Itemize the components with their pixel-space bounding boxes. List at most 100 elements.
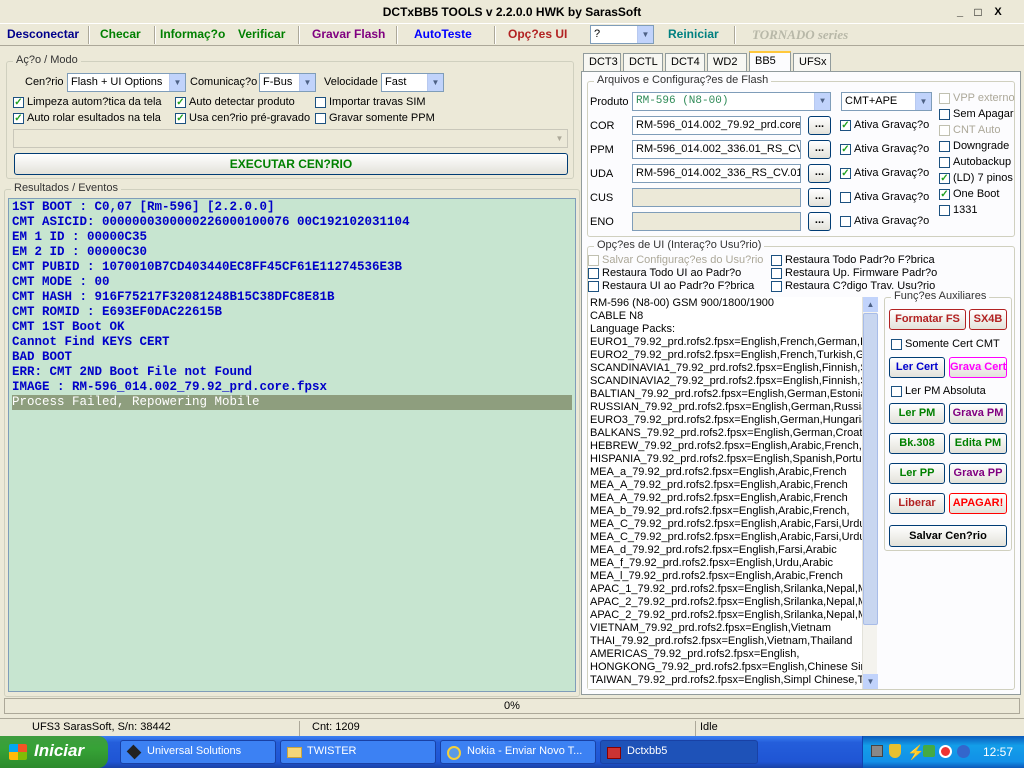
bk308-button[interactable]: Bk.308 (889, 433, 945, 454)
menu-combo[interactable]: ? ▼ (590, 25, 654, 44)
scroll-down-icon[interactable]: ▼ (863, 674, 878, 689)
menu-gravar-flash[interactable]: Gravar Flash (312, 27, 385, 41)
grava-pm-button[interactable]: Grava PM (949, 403, 1007, 424)
lightning-icon[interactable]: ⚡ (907, 744, 924, 761)
task-universal-solutions[interactable]: Universal Solutions (120, 740, 276, 764)
scroll-thumb[interactable] (863, 313, 878, 625)
salvar-cenario-button[interactable]: Salvar Cen?rio (889, 525, 1007, 547)
eno-label: ENO (590, 216, 614, 228)
task-dctxbb5[interactable]: Dctxbb5 (600, 740, 758, 764)
network-icon[interactable] (871, 745, 883, 757)
log-line: EM 1 ID : 00000C35 (12, 230, 148, 244)
tab-dctl[interactable]: DCTL (623, 53, 663, 71)
executar-cenario-button[interactable]: EXECUTAR CEN?RIO (14, 153, 568, 175)
language-pack-item: RUSSIAN_79.92_prd.rofs2.fpsx=English,Ger… (590, 401, 862, 413)
gravar-ppm-checkbox[interactable]: Gravar somente PPM (315, 112, 435, 124)
tab-dct3[interactable]: DCT3 (583, 53, 621, 71)
menu-separator (154, 26, 156, 44)
uda-browse-button[interactable]: ... (808, 164, 831, 183)
sem-apagar-checkbox[interactable]: Sem Apagar (939, 108, 1014, 120)
menu-informacao[interactable]: Informaç?o (160, 27, 225, 41)
language-pack-list[interactable]: RM-596 (N8-00) GSM 900/1800/1900 CABLE N8… (588, 297, 862, 689)
apagar-button[interactable]: APAGAR! (949, 493, 1007, 514)
1331-checkbox[interactable]: 1331 (939, 204, 977, 216)
one-boot-checkbox[interactable]: ✓ One Boot (939, 188, 999, 200)
tab-dct4[interactable]: DCT4 (665, 53, 705, 71)
ppm-ativa-checkbox[interactable]: ✓ Ativa Gravaç?o (840, 143, 929, 155)
log-line: CMT PUBID : 1070010B7CD403440EC8FF45CF61… (12, 260, 403, 274)
scroll-up-icon[interactable]: ▲ (863, 297, 878, 312)
menu-reiniciar[interactable]: Reiniciar (668, 27, 719, 41)
auto-detectar-checkbox[interactable]: ✓ Auto detectar produto (175, 96, 295, 108)
menu-desconectar[interactable]: Desconectar (7, 27, 79, 41)
usa-cenario-checkbox[interactable]: ✓ Usa cen?rio pré-gravado (175, 112, 310, 124)
cnt-auto-checkbox[interactable]: CNT Auto (939, 124, 1001, 136)
eno-browse-button[interactable]: ... (808, 212, 831, 231)
cenario-select[interactable]: Flash + UI Options ▼ (67, 73, 186, 92)
produto-select[interactable]: RM-596 (N8-00) ▼ (632, 92, 831, 111)
tray-app-icon[interactable] (923, 745, 935, 757)
eno-field[interactable] (632, 212, 801, 231)
restaura-firmware-checkbox[interactable]: Restaura Up. Firmware Padr?o (771, 267, 937, 279)
tray-app-icon[interactable] (957, 745, 970, 758)
cor-field[interactable]: RM-596_014.002_79.92_prd.core (632, 116, 801, 135)
autobackup-checkbox[interactable]: Autobackup (939, 156, 1011, 168)
cor-browse-button[interactable]: ... (808, 116, 831, 135)
importar-travas-checkbox[interactable]: Importar travas SIM (315, 96, 426, 108)
liberar-button[interactable]: Liberar (889, 493, 945, 514)
task-nokia-browser[interactable]: Nokia - Enviar Novo T... (440, 740, 596, 764)
ler-pm-button[interactable]: Ler PM (889, 403, 945, 424)
limpeza-checkbox[interactable]: ✓ Limpeza autom?tica da tela (13, 96, 162, 108)
salvar-config-checkbox[interactable]: Salvar Configuraç?es do Usu?rio (588, 254, 763, 266)
ppm-field[interactable]: RM-596_014.002_336.01_RS_CV (632, 140, 801, 159)
ler-pp-button[interactable]: Ler PP (889, 463, 945, 484)
sx4b-button[interactable]: SX4B (969, 309, 1007, 330)
list-scrollbar[interactable]: ▲ ▼ (862, 297, 878, 689)
menu-verificar[interactable]: Verificar (238, 27, 285, 41)
language-pack-item: APAC_2_79.92_prd.rofs2.fpsx=English,Sril… (590, 596, 862, 608)
cus-field[interactable] (632, 188, 801, 207)
cus-browse-button[interactable]: ... (808, 188, 831, 207)
tab-bb5[interactable]: BB5 (749, 51, 791, 72)
tab-wd2[interactable]: WD2 (707, 53, 747, 71)
cenario-file-select[interactable]: ▼ (13, 129, 568, 148)
antivirus-icon[interactable] (939, 745, 952, 758)
mode-select[interactable]: CMT+APE ▼ (841, 92, 932, 111)
restaura-ui-fabrica-checkbox[interactable]: Restaura UI ao Padr?o F?brica (588, 280, 754, 292)
vpp-externo-checkbox[interactable]: VPP externo (939, 92, 1015, 104)
start-button[interactable]: Iniciar (0, 736, 108, 768)
menu-checar[interactable]: Checar (100, 27, 141, 41)
chevron-down-icon: ▼ (814, 93, 830, 110)
edita-pm-button[interactable]: Edita PM (949, 433, 1007, 454)
ler-pm-absoluta-checkbox[interactable]: Ler PM Absoluta (891, 385, 986, 397)
cor-ativa-checkbox[interactable]: ✓ Ativa Gravaç?o (840, 119, 929, 131)
checkmark-icon: ✓ (840, 143, 851, 155)
menu-opcoes-ui[interactable]: Opç?es UI (508, 27, 567, 41)
comunicacao-select[interactable]: F-Bus ▼ (259, 73, 316, 92)
ppm-browse-button[interactable]: ... (808, 140, 831, 159)
results-log[interactable]: 1ST BOOT : C0,07 [Rm-596] [2.2.0.0] CMT … (8, 198, 576, 692)
language-pack-item: MEA_A_79.92_prd.rofs2.fpsx=English,Arabi… (590, 492, 848, 504)
restaura-todo-fabrica-checkbox[interactable]: Restaura Todo Padr?o F?brica (771, 254, 935, 266)
minimize-button[interactable]: _ (952, 5, 968, 19)
velocidade-select[interactable]: Fast ▼ (381, 73, 444, 92)
auto-rolar-checkbox[interactable]: ✓ Auto rolar esultados na tela (13, 112, 161, 124)
tab-ufsx[interactable]: UFSx (793, 53, 831, 71)
task-twister[interactable]: TWISTER (280, 740, 436, 764)
ld-7-pinos-checkbox[interactable]: ✓ (LD) 7 pinos (939, 172, 1013, 184)
uda-ativa-checkbox[interactable]: ✓ Ativa Gravaç?o (840, 167, 929, 179)
somente-cert-checkbox[interactable]: Somente Cert CMT (891, 338, 1000, 350)
ler-cert-button[interactable]: Ler Cert (889, 357, 945, 378)
eno-ativa-checkbox[interactable]: Ativa Gravaç?o (840, 215, 929, 227)
cus-ativa-checkbox[interactable]: Ativa Gravaç?o (840, 191, 929, 203)
uda-field[interactable]: RM-596_014.002_336_RS_CV.01 (632, 164, 801, 183)
downgrade-checkbox[interactable]: Downgrade (939, 140, 1009, 152)
shield-icon[interactable] (889, 744, 901, 758)
grava-pp-button[interactable]: Grava PP (949, 463, 1007, 484)
formatar-fs-button[interactable]: Formatar FS (889, 309, 966, 330)
grava-cert-button[interactable]: Grava Cert (949, 357, 1007, 378)
maximize-button[interactable]: □ (970, 5, 986, 19)
restaura-todo-ui-checkbox[interactable]: Restaura Todo UI ao Padr?o (588, 267, 741, 279)
menu-autoteste[interactable]: AutoTeste (414, 27, 472, 41)
close-button[interactable]: X (990, 5, 1006, 19)
